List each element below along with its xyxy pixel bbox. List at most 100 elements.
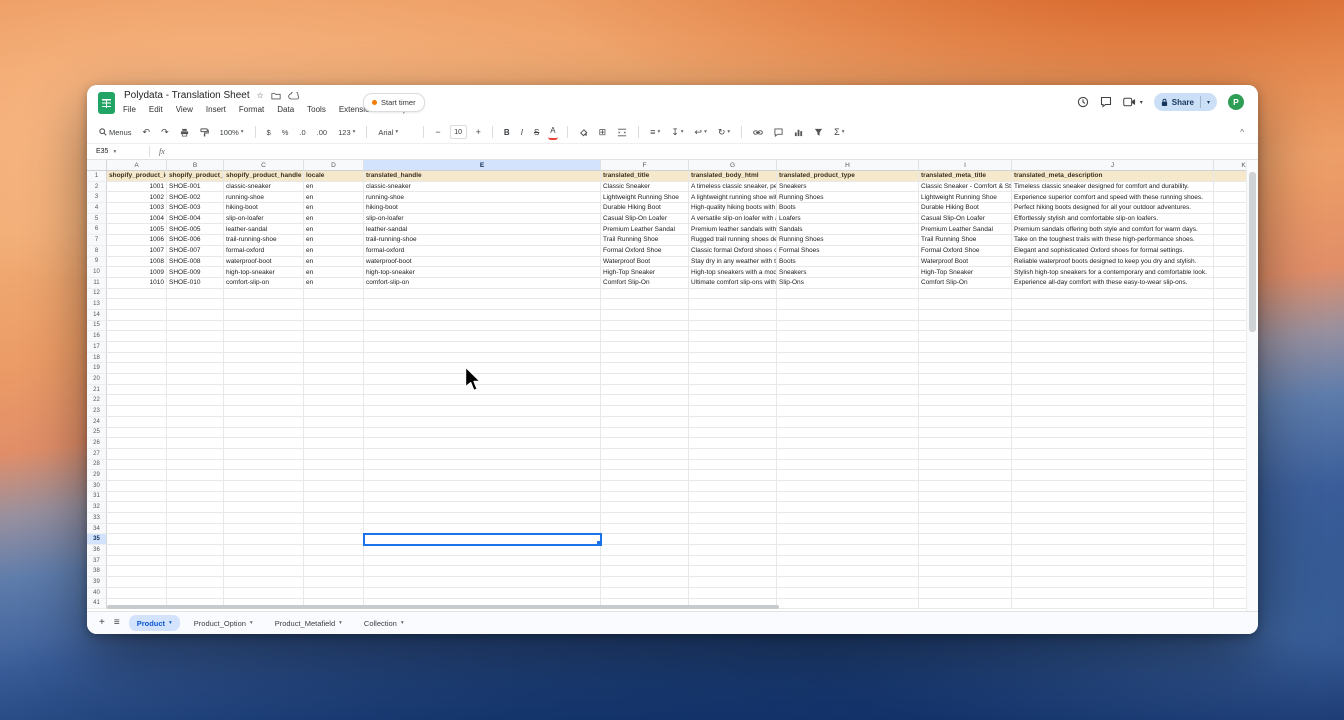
grid-cell-H13[interactable] <box>777 299 919 310</box>
grid-cell-D5[interactable]: en <box>304 213 364 225</box>
grid-cell-A21[interactable] <box>107 384 167 396</box>
grid-cell-I16[interactable] <box>919 331 1012 342</box>
grid-cell-J12[interactable] <box>1012 288 1214 300</box>
meet-caret-icon[interactable]: ▾ <box>1140 99 1143 106</box>
grid-cell-B28[interactable] <box>167 459 224 471</box>
row-header-16[interactable]: 16 <box>87 331 107 342</box>
select-all-corner[interactable] <box>87 160 107 171</box>
grid-cell-H19[interactable] <box>777 363 919 375</box>
grid-cell-J32[interactable] <box>1012 502 1214 513</box>
grid-cell-E2[interactable]: classic-sneaker <box>364 181 601 193</box>
grid-cell-A10[interactable]: 1009 <box>107 267 167 278</box>
grid-cell-D39[interactable] <box>304 577 364 588</box>
grid-cell-A23[interactable] <box>107 406 167 417</box>
grid-cell-F25[interactable] <box>601 427 689 439</box>
sheet-tab-caret-icon[interactable]: ▾ <box>169 620 172 626</box>
grid-cell-D30[interactable] <box>304 480 364 492</box>
grid-cell-H28[interactable] <box>777 459 919 471</box>
grid-cell-J33[interactable] <box>1012 513 1214 524</box>
grid-cell-A11[interactable]: 1010 <box>107 277 167 289</box>
row-header-27[interactable]: 27 <box>87 448 107 460</box>
column-header-D[interactable]: D <box>304 160 364 171</box>
grid-cell-C9[interactable]: waterproof-boot <box>224 256 304 268</box>
grid-cell-B36[interactable] <box>167 545 224 556</box>
grid-cell-J20[interactable] <box>1012 374 1214 385</box>
grid-cell-H41[interactable] <box>777 598 919 610</box>
grid-cell-I18[interactable] <box>919 352 1012 364</box>
grid-cell-B24[interactable] <box>167 416 224 428</box>
grid-cell-H22[interactable] <box>777 395 919 407</box>
grid-cell-H16[interactable] <box>777 331 919 342</box>
grid-cell-F32[interactable] <box>601 502 689 513</box>
grid-cell-C39[interactable] <box>224 577 304 588</box>
borders-button[interactable]: ⊞ <box>597 125 609 139</box>
more-formats-button[interactable]: 123 ▾ <box>336 125 357 139</box>
grid-cell-J11[interactable]: Experience all-day comfort with these ea… <box>1012 277 1214 289</box>
grid-cell-H23[interactable] <box>777 406 919 417</box>
grid-cell-D29[interactable] <box>304 470 364 481</box>
grid-cell-F35[interactable] <box>601 534 689 546</box>
decrease-font-size-button[interactable]: − <box>433 125 442 139</box>
grid-cell-C4[interactable]: hiking-boot <box>224 203 304 214</box>
column-header-J[interactable]: J <box>1012 160 1214 171</box>
decrease-decimal-button[interactable]: .0 <box>297 125 307 139</box>
grid-cell-C17[interactable] <box>224 342 304 353</box>
grid-cell-D19[interactable] <box>304 363 364 375</box>
grid-cell-E5[interactable]: slip-on-loafer <box>364 213 601 225</box>
grid-cell-A32[interactable] <box>107 502 167 513</box>
column-header-F[interactable]: F <box>601 160 689 171</box>
grid-cell-J2[interactable]: Timeless classic sneaker designed for co… <box>1012 181 1214 193</box>
grid-cell-I17[interactable] <box>919 342 1012 353</box>
grid-cell-J15[interactable] <box>1012 320 1214 332</box>
grid-cell-E38[interactable] <box>364 566 601 578</box>
grid-cell-J25[interactable] <box>1012 427 1214 439</box>
grid-cell-G15[interactable] <box>689 320 777 332</box>
grid-cell-F16[interactable] <box>601 331 689 342</box>
grid-cell-J4[interactable]: Perfect hiking boots designed for all yo… <box>1012 203 1214 214</box>
vertical-scrollbar-rail[interactable] <box>1246 160 1258 611</box>
grid-cell-I8[interactable]: Formal Oxford Shoe <box>919 245 1012 257</box>
row-header-11[interactable]: 11 <box>87 277 107 289</box>
grid-cell-I39[interactable] <box>919 577 1012 588</box>
grid-cell-I27[interactable] <box>919 448 1012 460</box>
grid-cell-I11[interactable]: Comfort Slip-On <box>919 277 1012 289</box>
grid-cell-C16[interactable] <box>224 331 304 342</box>
grid-cell-J27[interactable] <box>1012 448 1214 460</box>
grid-cell-F29[interactable] <box>601 470 689 481</box>
grid-cell-A19[interactable] <box>107 363 167 375</box>
grid-cell-D28[interactable] <box>304 459 364 471</box>
grid-cell-D3[interactable]: en <box>304 192 364 204</box>
grid-cell-J8[interactable]: Elegant and sophisticated Oxford shoes f… <box>1012 245 1214 257</box>
grid-cell-D38[interactable] <box>304 566 364 578</box>
grid-cell-D24[interactable] <box>304 416 364 428</box>
grid-cell-D18[interactable] <box>304 352 364 364</box>
grid-cell-B18[interactable] <box>167 352 224 364</box>
cloud-status-icon[interactable] <box>288 91 300 100</box>
grid-cell-I33[interactable] <box>919 513 1012 524</box>
grid-cell-I1[interactable]: translated_meta_title <box>919 171 1012 182</box>
grid-cell-J23[interactable] <box>1012 406 1214 417</box>
grid-cell-G31[interactable] <box>689 491 777 503</box>
hide-menus-button[interactable]: ^ <box>1240 128 1244 137</box>
grid-cell-H40[interactable] <box>777 587 919 599</box>
grid-cell-C30[interactable] <box>224 480 304 492</box>
grid-cell-H29[interactable] <box>777 470 919 481</box>
grid-cell-F6[interactable]: Premium Leather Sandal <box>601 224 689 236</box>
grid-cell-A3[interactable]: 1002 <box>107 192 167 204</box>
grid-cell-C12[interactable] <box>224 288 304 300</box>
grid-cell-G7[interactable]: Rugged trail running shoes designed <box>689 235 777 246</box>
grid-cell-B17[interactable] <box>167 342 224 353</box>
grid-cell-B4[interactable]: SHOE-003 <box>167 203 224 214</box>
grid-cell-H11[interactable]: Slip-Ons <box>777 277 919 289</box>
paint-format-button[interactable] <box>198 125 211 139</box>
grid-cell-B35[interactable] <box>167 534 224 546</box>
grid-cell-C14[interactable] <box>224 309 304 321</box>
grid-cell-B1[interactable]: shopify_product_sku <box>167 171 224 182</box>
grid-cell-G14[interactable] <box>689 309 777 321</box>
grid-cell-H30[interactable] <box>777 480 919 492</box>
grid-cell-D27[interactable] <box>304 448 364 460</box>
grid-cell-G25[interactable] <box>689 427 777 439</box>
grid-cell-D4[interactable]: en <box>304 203 364 214</box>
grid-cell-H27[interactable] <box>777 448 919 460</box>
fill-color-button[interactable] <box>577 125 590 139</box>
